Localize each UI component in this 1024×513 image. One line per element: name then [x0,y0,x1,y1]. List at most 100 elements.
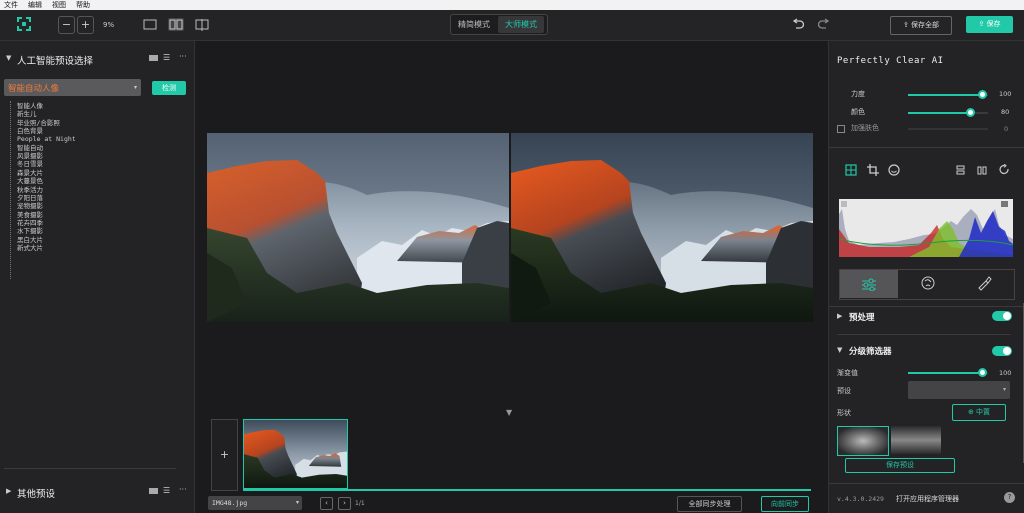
add-image-button[interactable]: + [211,419,238,491]
center-button[interactable]: ⊕ 中置 [952,404,1006,421]
master-mode-tab[interactable]: 大师模式 [498,16,544,33]
redo-icon[interactable] [818,18,830,30]
menu-edit[interactable]: 编辑 [28,1,42,9]
strength-label: 力度 [851,90,865,98]
preprocess-toggle[interactable] [992,311,1012,321]
more-icon[interactable]: ··· [179,52,187,61]
preset-item[interactable]: 新式大片 [17,244,43,252]
preset-dropdown-value: 智能自动人像 [8,84,60,94]
preset-item[interactable]: 黑白大片 [17,236,43,244]
open-manager-link[interactable]: 打开应用程序管理器 [896,494,959,504]
version-text: v.4.3.0.2429 [837,495,884,503]
file-select[interactable]: IMG48.jpg ▾ [208,496,302,510]
filter-toggle[interactable] [992,346,1012,356]
divider [829,147,1024,148]
expand-arrow-icon[interactable]: ▶ [6,487,11,495]
preset-item[interactable]: 智能自动 [17,144,43,152]
right-panel: Perfectly Clear AI 力度 100 颜色 80 加强肤色 0 ▶… [828,41,1024,513]
skin-value: 0 [1004,125,1009,133]
gradient-knob[interactable] [978,368,988,377]
toolbar: − + 9% 精简模式 大师模式 ⇪ 保存全部 ⇪ 保存 [0,10,1024,41]
skin-label: 加强肤色 [851,124,879,132]
next-page-icon[interactable]: › [338,497,351,510]
preset-item[interactable]: 大蔓景色 [17,177,43,185]
preset-item[interactable]: 秋季活力 [17,186,43,194]
divider [4,468,176,469]
flip-vertical-icon[interactable] [955,165,966,175]
divider [829,483,1024,484]
preset-item[interactable]: 毕业照/合影照 [17,119,60,127]
crop-icon[interactable] [867,164,879,176]
zoom-in-button[interactable]: + [77,16,94,34]
expand-arrow-icon[interactable]: ▶ [837,312,842,320]
simple-mode-tab[interactable]: 精简模式 [452,16,496,33]
preset-dropdown[interactable]: 智能自动人像 ▾ [4,79,141,96]
color-value: 80 [1001,108,1010,116]
linear-shape-option[interactable] [891,426,941,454]
zoom-out-button[interactable]: − [58,16,75,34]
collapse-arrow-icon[interactable]: ▼ [6,54,11,62]
page-info: 1/1 [355,500,365,507]
sliders-icon [862,278,876,291]
undo-icon[interactable] [792,18,804,30]
skin-checkbox[interactable] [837,125,845,133]
sync-forward-button[interactable]: 向前同步 [761,496,809,512]
chevron-down-icon: ▾ [295,499,299,506]
menu-help[interactable]: 帮助 [76,1,90,9]
save-button[interactable]: ⇪ 保存 [966,16,1013,33]
preset-item[interactable]: 白色背景 [17,127,43,135]
prev-page-icon[interactable]: ‹ [320,497,333,510]
filter-label: 分级筛选器 [849,347,892,357]
divider [837,334,1011,335]
list-view-icon[interactable]: ☰ [163,53,170,62]
color-label: 颜色 [851,108,865,116]
preset-item[interactable]: 水下摄影 [17,227,43,235]
menu-view[interactable]: 视图 [52,1,66,9]
preset-select[interactable]: ▾ [908,381,1010,399]
gradient-fill [908,372,983,374]
adjust-tab[interactable] [840,270,898,298]
preset-item[interactable]: 宠物摄影 [17,202,43,210]
preset-item[interactable]: 森景大片 [17,169,43,177]
left-panel: ▼ 人工智能预设选择 ☰ ··· 智能自动人像 ▾ 检测 智能人像 新生儿 毕业照/… [0,41,195,513]
compare-view-icon[interactable] [195,19,210,31]
preset-item[interactable]: 夕阳日落 [17,194,43,202]
flip-horizontal-icon[interactable] [977,165,988,175]
help-icon[interactable]: ? [1004,492,1015,503]
save-all-button[interactable]: ⇪ 保存全部 [890,16,952,35]
preset-item[interactable]: 美食摄影 [17,211,43,219]
preset-item[interactable]: 冬日雪景 [17,160,43,168]
strength-knob[interactable] [978,90,988,99]
preset-item[interactable]: 新生儿 [17,110,37,118]
preset-item[interactable]: People at Night [17,135,76,143]
target-icon: ⊕ [967,408,977,416]
skin-slider[interactable] [908,128,988,130]
single-view-icon[interactable] [143,19,157,30]
histogram-grid-icon[interactable] [845,164,857,176]
preprocess-label: 预处理 [849,313,875,323]
collapse-arrow-icon[interactable]: ▼ [837,346,842,354]
rotate-icon[interactable] [999,164,1010,175]
histogram [839,199,1013,257]
strength-fill [908,94,983,96]
color-knob[interactable] [965,108,975,117]
radial-shape-option[interactable] [837,426,889,456]
filmstrip-scrollbar[interactable] [243,489,811,491]
menu-file[interactable]: 文件 [4,1,18,9]
split-view-icon[interactable] [168,18,184,31]
thumbnail[interactable] [243,419,348,489]
face-retouch-icon[interactable] [920,275,936,291]
file-select-value: IMG48.jpg [212,499,248,507]
more-icon[interactable]: ··· [179,485,187,494]
sync-all-button[interactable]: 全部同步处理 [677,496,742,512]
detect-button[interactable]: 检测 [152,81,186,95]
face-icon[interactable] [888,164,900,176]
grid-view-icon[interactable] [149,488,158,494]
collapse-filmstrip-arrow[interactable]: ▼ [506,408,512,417]
brush-icon[interactable] [976,275,992,291]
save-preset-button[interactable]: 保存预设 [845,458,955,473]
list-view-icon[interactable]: ☰ [163,486,170,495]
preset-item[interactable]: 花卉四季 [17,219,43,227]
strength-value: 100 [999,90,1012,98]
grid-view-icon[interactable] [149,55,158,61]
